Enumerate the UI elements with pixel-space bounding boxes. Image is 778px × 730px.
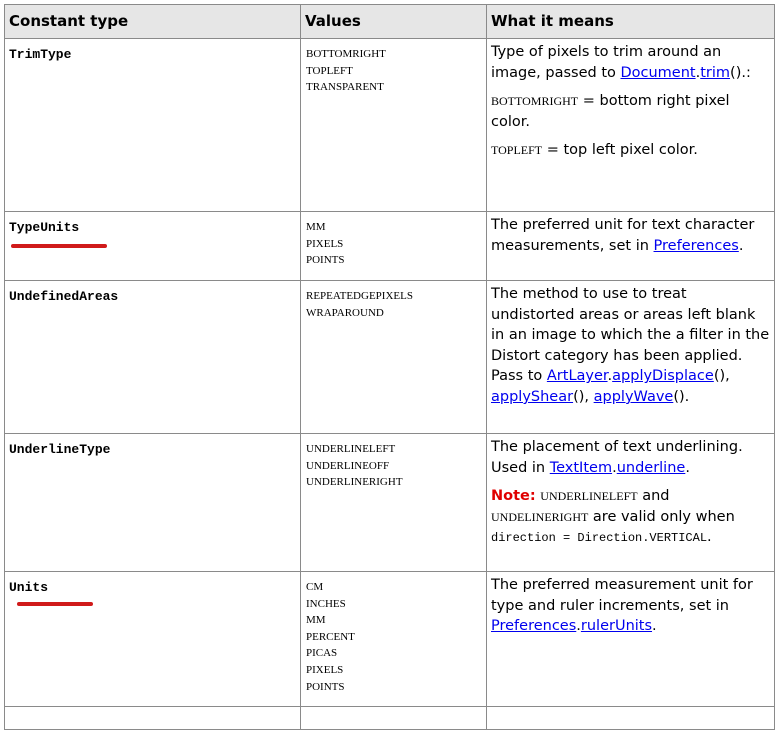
table-row — [4, 706, 775, 730]
empty-cell — [486, 706, 775, 730]
code-text: TOPLEFT — [491, 143, 543, 158]
description-text: ().: — [730, 64, 751, 81]
values-cell: REPEATEDGEPIXELS WRAPAROUND — [300, 280, 487, 434]
link-document[interactable]: Document — [620, 65, 695, 81]
value-item: POINTS — [306, 254, 345, 267]
constant-name-text: TrimType — [9, 47, 72, 62]
header-values: Values — [300, 4, 487, 39]
description-text: . — [685, 459, 690, 476]
description-paragraph: Type of pixels to trim around an image, … — [491, 42, 770, 83]
description-text: The preferred measurement unit for type … — [491, 577, 753, 614]
table-row: TrimType BOTTOMRIGHT TOPLEFT TRANSPARENT… — [4, 38, 775, 212]
value-item: TOPLEFT — [306, 64, 353, 77]
description-paragraph: The preferred measurement unit for type … — [491, 575, 770, 637]
description-paragraph: The placement of text underlining. Used … — [491, 437, 770, 478]
description-cell: The method to use to treat undistorted a… — [486, 280, 775, 434]
description-paragraph: BOTTOMRIGHT = bottom right pixel color. — [491, 91, 770, 132]
value-item: BOTTOMRIGHT — [306, 48, 386, 60]
constant-name-text: TypeUnits — [9, 220, 80, 235]
link-preferences[interactable]: Preferences — [491, 618, 576, 634]
table-row: TypeUnits MM PIXELS POINTS The preferred… — [4, 211, 775, 281]
description-text: are valid only when — [588, 508, 735, 525]
value-item: UNDERLINELEFT — [306, 443, 396, 455]
red-annotation-underline — [17, 602, 93, 606]
link-rulerunits[interactable]: rulerUnits — [581, 618, 652, 634]
header-what-it-means: What it means — [486, 4, 775, 39]
description-paragraph: The preferred unit for text character me… — [491, 215, 770, 256]
table-row: UnderlineType UNDERLINELEFT UNDERLINEOFF… — [4, 433, 775, 572]
constant-name-text: UnderlineType — [9, 442, 111, 457]
description-cell: Type of pixels to trim around an image, … — [486, 38, 775, 212]
value-item: MM — [306, 614, 326, 627]
value-item: WRAPAROUND — [306, 306, 384, 319]
table-row: Units CM INCHES MM PERCENT PICAS PIXELS … — [4, 571, 775, 707]
link-applyshear[interactable]: applyShear — [491, 389, 573, 405]
red-annotation-underline — [11, 244, 107, 248]
value-item: UNDERLINERIGHT — [306, 476, 403, 489]
value-item: PIXELS — [306, 237, 344, 250]
constant-name-text: Units — [9, 580, 49, 595]
link-applydisplace[interactable]: applyDisplace — [612, 368, 714, 384]
link-trim[interactable]: trim — [700, 65, 730, 81]
values-cell: MM PIXELS POINTS — [300, 211, 487, 281]
value-item: CM — [306, 581, 324, 593]
code-text: UNDERLINELEFT — [540, 489, 638, 504]
constant-name: TrimType — [4, 38, 301, 212]
code-text: direction = Direction.VERTICAL — [491, 531, 708, 546]
value-item: PERCENT — [306, 630, 355, 643]
code-text: BOTTOMRIGHT — [491, 94, 579, 109]
description-paragraph: TOPLEFT = top left pixel color. — [491, 140, 770, 161]
description-text: . — [652, 618, 657, 635]
value-item: PIXELS — [306, 663, 344, 676]
value-item: REPEATEDGEPIXELS — [306, 290, 413, 302]
constant-name: UnderlineType — [4, 433, 301, 572]
constants-table: Constant type Values What it means TrimT… — [4, 4, 775, 730]
empty-cell — [300, 706, 487, 730]
constant-name: UndefinedAreas — [4, 280, 301, 434]
description-text: . — [738, 237, 744, 254]
description-text: (), — [713, 368, 730, 385]
link-textitem[interactable]: TextItem — [550, 460, 612, 476]
value-item: UNDERLINEOFF — [306, 459, 390, 472]
description-text: (). — [673, 388, 690, 405]
value-item: TRANSPARENT — [306, 81, 384, 94]
empty-cell — [4, 706, 301, 730]
description-cell: The preferred unit for text character me… — [486, 211, 775, 281]
link-applywave[interactable]: applyWave — [594, 389, 674, 405]
value-item: POINTS — [306, 680, 345, 693]
link-preferences[interactable]: Preferences — [654, 238, 739, 254]
values-cell: BOTTOMRIGHT TOPLEFT TRANSPARENT — [300, 38, 487, 212]
constant-name: Units — [4, 571, 301, 707]
note-paragraph: Note: UNDERLINELEFT and UNDELINERIGHT ar… — [491, 486, 770, 549]
header-row: Constant type Values What it means — [4, 4, 775, 39]
description-text: . — [707, 529, 712, 546]
description-cell: The placement of text underlining. Used … — [486, 433, 775, 572]
constant-name: TypeUnits — [4, 211, 301, 281]
description-text: and — [637, 488, 670, 505]
value-item: INCHES — [306, 597, 346, 610]
description-text: = top left pixel color. — [542, 142, 698, 159]
value-item: MM — [306, 221, 326, 233]
code-text: UNDELINERIGHT — [491, 509, 589, 524]
constant-name-text: UndefinedAreas — [9, 289, 119, 304]
description-text: (), — [573, 388, 594, 405]
table-row: UndefinedAreas REPEATEDGEPIXELS WRAPAROU… — [4, 280, 775, 434]
note-label: Note: — [491, 488, 536, 505]
values-cell: CM INCHES MM PERCENT PICAS PIXELS POINTS — [300, 571, 487, 707]
header-constant-type: Constant type — [4, 4, 301, 39]
description-paragraph: The method to use to treat undistorted a… — [491, 284, 770, 408]
description-cell: The preferred measurement unit for type … — [486, 571, 775, 707]
value-item: PICAS — [306, 647, 338, 660]
values-cell: UNDERLINELEFT UNDERLINEOFF UNDERLINERIGH… — [300, 433, 487, 572]
link-artlayer[interactable]: ArtLayer — [547, 368, 608, 384]
link-underline[interactable]: underline — [617, 460, 686, 476]
